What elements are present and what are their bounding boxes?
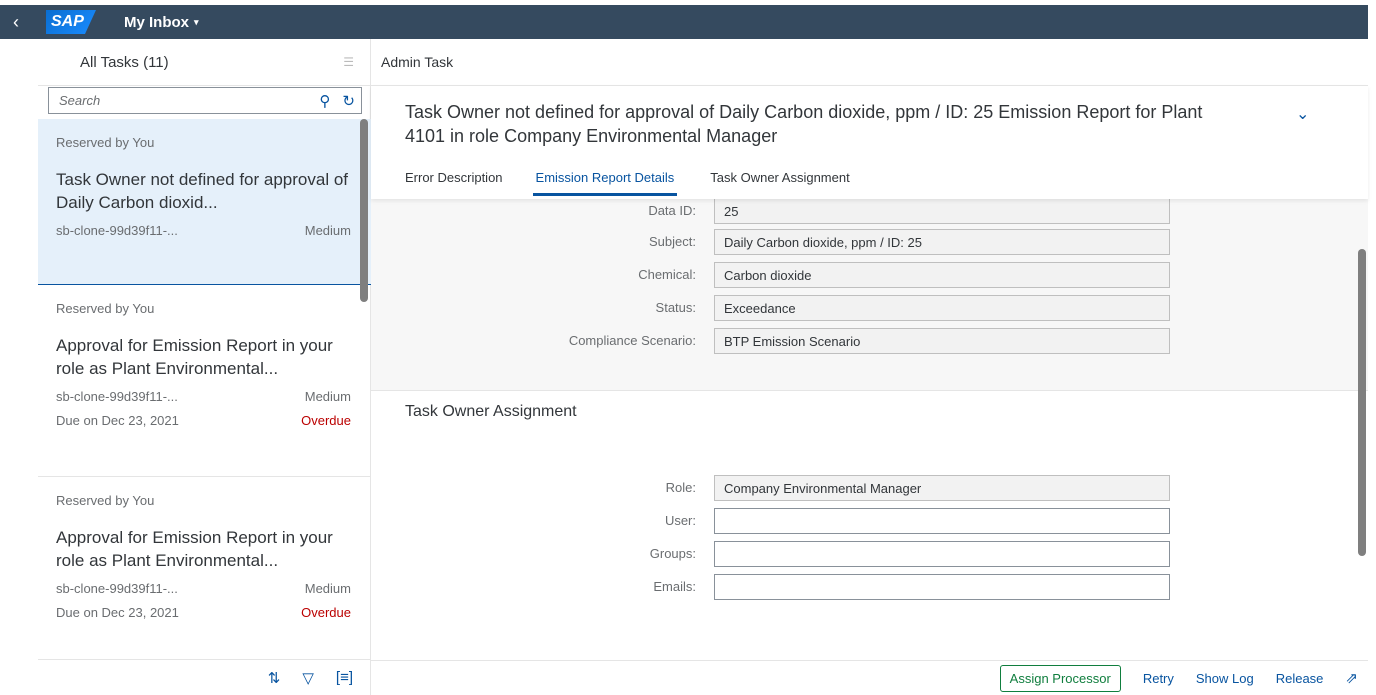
section-title: Task Owner Assignment — [405, 403, 577, 420]
show-log-button[interactable]: Show Log — [1196, 671, 1254, 686]
tab-emission-report-details[interactable]: Emission Report Details — [532, 166, 678, 196]
tab-task-owner-assignment[interactable]: Task Owner Assignment — [710, 166, 849, 196]
detail-header: Task Owner not defined for approval of D… — [371, 86, 1368, 199]
reserved-label: Reserved by You — [56, 301, 155, 316]
status-label: Status: — [655, 300, 696, 315]
subject-label: Subject: — [649, 234, 696, 249]
task-priority: Medium — [304, 389, 351, 404]
form-row-groups: Groups: — [371, 541, 1368, 567]
task-list-scrollbar[interactable] — [360, 119, 368, 302]
task-source: sb-clone-99d39f11-... — [56, 389, 178, 404]
refresh-icon[interactable]: ↻ — [342, 92, 355, 110]
task-list-item[interactable]: Reserved by You Approval for Emission Re… — [38, 477, 371, 659]
multi-select-icon[interactable]: ☰ — [343, 55, 354, 69]
role-value: Company Environmental Manager — [714, 475, 1170, 501]
task-meta-row: sb-clone-99d39f11-... Medium — [56, 223, 351, 238]
task-detail-title: Task Owner not defined for approval of D… — [405, 102, 1203, 146]
release-button[interactable]: Release — [1276, 671, 1324, 686]
search-icon[interactable]: ⚲ — [319, 92, 330, 110]
form-row-status: Status: Exceedance — [371, 295, 1368, 321]
form-row-subject: Subject: Daily Carbon dioxide, ppm / ID:… — [371, 229, 1368, 255]
data-id-label: Data ID: — [648, 203, 696, 218]
task-source: sb-clone-99d39f11-... — [56, 223, 178, 238]
tab-error-description[interactable]: Error Description — [405, 166, 503, 196]
detail-content: Data ID: 25 Subject: Daily Carbon dioxid… — [371, 199, 1368, 660]
chevron-down-icon[interactable]: ⌄ — [1296, 104, 1309, 124]
detail-scrollbar[interactable] — [1358, 249, 1366, 556]
chemical-value: Carbon dioxide — [714, 262, 1170, 288]
share-icon[interactable]: ⇗ — [1345, 669, 1358, 687]
search-field[interactable]: ⚲ ↻ — [48, 87, 362, 114]
task-count-title: All Tasks (11) — [80, 53, 169, 71]
task-list: Reserved by You Task Owner not defined f… — [38, 119, 371, 659]
groups-label: Groups: — [649, 546, 696, 561]
task-list-header: All Tasks (11) ☰ — [38, 39, 370, 86]
task-list-footer: ⇅ ▽ [≡] — [38, 659, 371, 695]
form-row-data-id: Data ID: 25 — [371, 199, 1368, 224]
shell-bar: ‹ SAP My Inbox ▾ — [0, 5, 1368, 39]
sort-icon[interactable]: ⇅ — [268, 669, 281, 687]
overdue-status: Overdue — [301, 413, 351, 428]
form-row-compliance-scenario: Compliance Scenario: BTP Emission Scenar… — [371, 328, 1368, 354]
task-due-date: Due on Dec 23, 2021 — [56, 413, 179, 428]
sap-logo: SAP — [46, 10, 96, 34]
task-due-row: Due on Dec 23, 2021 Overdue — [56, 413, 351, 428]
user-label: User: — [664, 513, 696, 528]
group-icon[interactable]: [≡] — [336, 669, 353, 686]
task-list-panel: All Tasks (11) ☰ ⚲ ↻ Reserved by You Tas… — [38, 39, 371, 695]
task-list-item[interactable]: Reserved by You Approval for Emission Re… — [38, 285, 371, 477]
task-owner-assignment-section: Task Owner Assignment Role: Company Envi… — [371, 390, 1368, 660]
emails-input[interactable] — [714, 574, 1170, 600]
task-due-row: Due on Dec 23, 2021 Overdue — [56, 605, 351, 620]
filter-icon[interactable]: ▽ — [302, 669, 314, 687]
left-gutter — [0, 0, 38, 695]
task-title: Approval for Emission Report in your rol… — [56, 336, 333, 378]
app-title-menu[interactable]: My Inbox ▾ — [124, 14, 199, 31]
right-gutter — [1368, 0, 1376, 695]
form-row-emails: Emails: — [371, 574, 1368, 600]
assign-processor-button[interactable]: Assign Processor — [999, 664, 1121, 692]
reserved-label: Reserved by You — [56, 135, 155, 150]
form-row-chemical: Chemical: Carbon dioxide — [371, 262, 1368, 288]
subject-value: Daily Carbon dioxide, ppm / ID: 25 — [714, 229, 1170, 255]
retry-button[interactable]: Retry — [1143, 671, 1174, 686]
task-meta-row: sb-clone-99d39f11-... Medium — [56, 581, 351, 596]
app-title: My Inbox — [124, 13, 190, 31]
groups-input[interactable] — [714, 541, 1170, 567]
task-due-date: Due on Dec 23, 2021 — [56, 605, 179, 620]
task-title: Approval for Emission Report in your rol… — [56, 528, 333, 570]
task-priority: Medium — [304, 223, 351, 238]
form-row-role: Role: Company Environmental Manager — [371, 475, 1368, 501]
detail-topbar-title: Admin Task — [371, 39, 1368, 86]
task-list-item[interactable]: Reserved by You Task Owner not defined f… — [38, 119, 371, 285]
task-meta-row: sb-clone-99d39f11-... Medium — [56, 389, 351, 404]
task-title: Task Owner not defined for approval of D… — [56, 170, 348, 212]
overdue-status: Overdue — [301, 605, 351, 620]
emails-label: Emails: — [653, 579, 696, 594]
back-button[interactable]: ‹ — [0, 5, 32, 39]
search-input[interactable] — [59, 93, 308, 108]
task-source: sb-clone-99d39f11-... — [56, 581, 178, 596]
data-id-value: 25 — [714, 199, 1170, 224]
detail-action-bar: Assign Processor Retry Show Log Release … — [371, 660, 1368, 695]
chemical-label: Chemical: — [638, 267, 696, 282]
caret-down-icon: ▾ — [194, 16, 199, 27]
reserved-label: Reserved by You — [56, 493, 155, 508]
user-input[interactable] — [714, 508, 1170, 534]
task-detail-panel: Admin Task Task Owner not defined for ap… — [371, 39, 1368, 695]
status-value: Exceedance — [714, 295, 1170, 321]
compliance-scenario-label: Compliance Scenario: — [568, 333, 696, 348]
task-priority: Medium — [304, 581, 351, 596]
form-row-user: User: — [371, 508, 1368, 534]
detail-tabs: Error Description Emission Report Detail… — [405, 166, 883, 196]
compliance-scenario-value: BTP Emission Scenario — [714, 328, 1170, 354]
role-label: Role: — [665, 480, 696, 495]
